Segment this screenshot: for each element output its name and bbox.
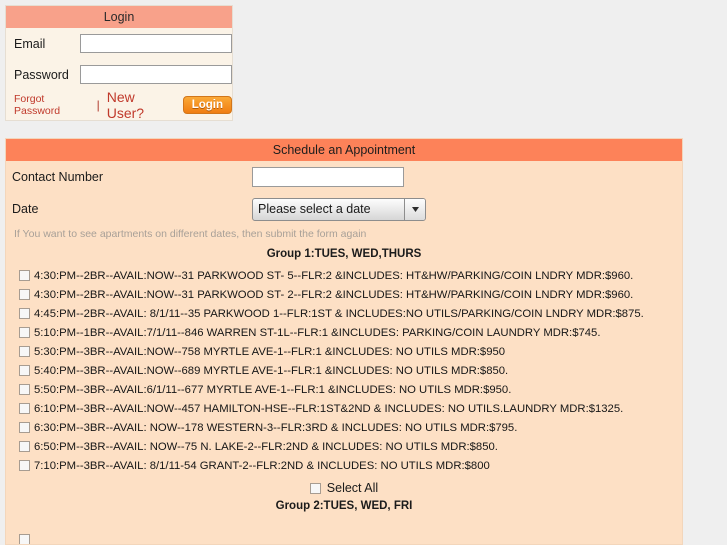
appointment-panel: Schedule an Appointment Contact Number D… (5, 138, 683, 545)
apartment-checkbox[interactable] (19, 270, 30, 281)
apartment-checkbox[interactable] (19, 441, 30, 452)
list-item[interactable]: 4:30:PM--2BR--AVAIL:NOW--31 PARKWOOD ST-… (6, 285, 682, 304)
select-all-checkbox[interactable] (309, 482, 321, 494)
list-item[interactable]: 5:50:PM--3BR--AVAIL:6/1/11--677 MYRTLE A… (6, 380, 682, 399)
login-panel-title: Login (6, 6, 232, 28)
login-button[interactable]: Login (182, 96, 232, 114)
date-row: Date Please select a date (6, 193, 682, 225)
list-item[interactable]: 5:10:PM--1BR--AVAIL:7/1/11--846 WARREN S… (6, 323, 682, 342)
list-item-label: 5:50:PM--3BR--AVAIL:6/1/11--677 MYRTLE A… (34, 383, 512, 396)
list-item[interactable]: 5:40:PM--3BR--AVAIL:NOW--689 MYRTLE AVE-… (6, 361, 682, 380)
login-links-separator: | (96, 98, 100, 112)
email-field[interactable] (80, 34, 232, 53)
list-item[interactable]: 4:30:PM--2BR--AVAIL:NOW--31 PARKWOOD ST-… (6, 266, 682, 285)
list-item-label: 4:30:PM--2BR--AVAIL:NOW--31 PARKWOOD ST-… (34, 269, 634, 282)
date-select-wrapper: Please select a date (252, 197, 426, 221)
group-1-title: Group 1:TUES, WED,THURS (266, 248, 422, 260)
password-label: Password (14, 67, 69, 82)
contact-number-input[interactable] (252, 167, 404, 187)
list-item[interactable]: 7:10:PM--3BR--AVAIL: 8/1/11-54 GRANT-2--… (6, 456, 682, 475)
appointment-panel-title: Schedule an Appointment (6, 139, 682, 161)
list-item-label: 4:30:PM--2BR--AVAIL:NOW--31 PARKWOOD ST-… (34, 288, 634, 301)
apartment-checkbox[interactable] (19, 422, 30, 433)
select-all-row[interactable]: Select All (6, 475, 682, 498)
apartment-checkbox[interactable] (19, 534, 30, 544)
apartment-checkbox[interactable] (19, 365, 30, 376)
group-2-title: Group 2:TUES, WED, FRI (275, 500, 413, 512)
select-all-label: Select All (326, 481, 379, 495)
list-item[interactable]: 5:30:PM--3BR--AVAIL:NOW--758 MYRTLE AVE-… (6, 342, 682, 361)
different-dates-hint: If You want to see apartments on differe… (14, 228, 367, 240)
date-label: Date (12, 202, 39, 216)
list-item[interactable]: 4:45:PM--2BR--AVAIL: 8/1/11--35 PARKWOOD… (6, 304, 682, 323)
list-item-label: 5:30:PM--3BR--AVAIL:NOW--758 MYRTLE AVE-… (34, 345, 506, 358)
list-item-label: 4:45:PM--2BR--AVAIL: 8/1/11--35 PARKWOOD… (34, 307, 644, 320)
new-user-link[interactable]: New User? (107, 89, 173, 121)
list-item[interactable] (6, 530, 682, 544)
email-row: Email (6, 28, 232, 59)
list-item-label: 7:10:PM--3BR--AVAIL: 8/1/11-54 GRANT-2--… (34, 459, 490, 472)
date-select[interactable]: Please select a date (252, 197, 426, 221)
list-item[interactable]: 6:30:PM--3BR--AVAIL: NOW--178 WESTERN-3-… (6, 418, 682, 437)
list-item-label: 5:40:PM--3BR--AVAIL:NOW--689 MYRTLE AVE-… (34, 364, 509, 377)
apartment-checkbox[interactable] (19, 460, 30, 471)
contact-number-label: Contact Number (12, 170, 104, 184)
list-item-label: 6:30:PM--3BR--AVAIL: NOW--178 WESTERN-3-… (34, 421, 518, 434)
apartment-checkbox[interactable] (19, 308, 30, 319)
forgot-password-link[interactable]: Forgot Password (14, 93, 90, 117)
list-item[interactable]: 6:50:PM--3BR--AVAIL: NOW--75 N. LAKE-2--… (6, 437, 682, 456)
apartment-checkbox[interactable] (19, 327, 30, 338)
apartment-checkbox[interactable] (19, 346, 30, 357)
list-item-label: 6:10:PM--3BR--AVAIL:NOW--457 HAMILTON-HS… (34, 402, 624, 415)
apartment-checkbox[interactable] (19, 289, 30, 300)
list-item[interactable]: 6:10:PM--3BR--AVAIL:NOW--457 HAMILTON-HS… (6, 399, 682, 418)
password-field[interactable] (80, 65, 232, 84)
list-item-label: 6:50:PM--3BR--AVAIL: NOW--75 N. LAKE-2--… (34, 440, 498, 453)
contact-number-row: Contact Number (6, 161, 682, 193)
list-item-label: 5:10:PM--1BR--AVAIL:7/1/11--846 WARREN S… (34, 326, 601, 339)
apartment-checkbox[interactable] (19, 403, 30, 414)
login-panel: Login Email Password Forgot Password | N… (5, 5, 233, 121)
login-footer: Forgot Password | New User? Login (6, 89, 232, 121)
password-row: Password (6, 59, 232, 90)
apartment-checkbox[interactable] (19, 384, 30, 395)
email-label: Email (14, 36, 46, 51)
